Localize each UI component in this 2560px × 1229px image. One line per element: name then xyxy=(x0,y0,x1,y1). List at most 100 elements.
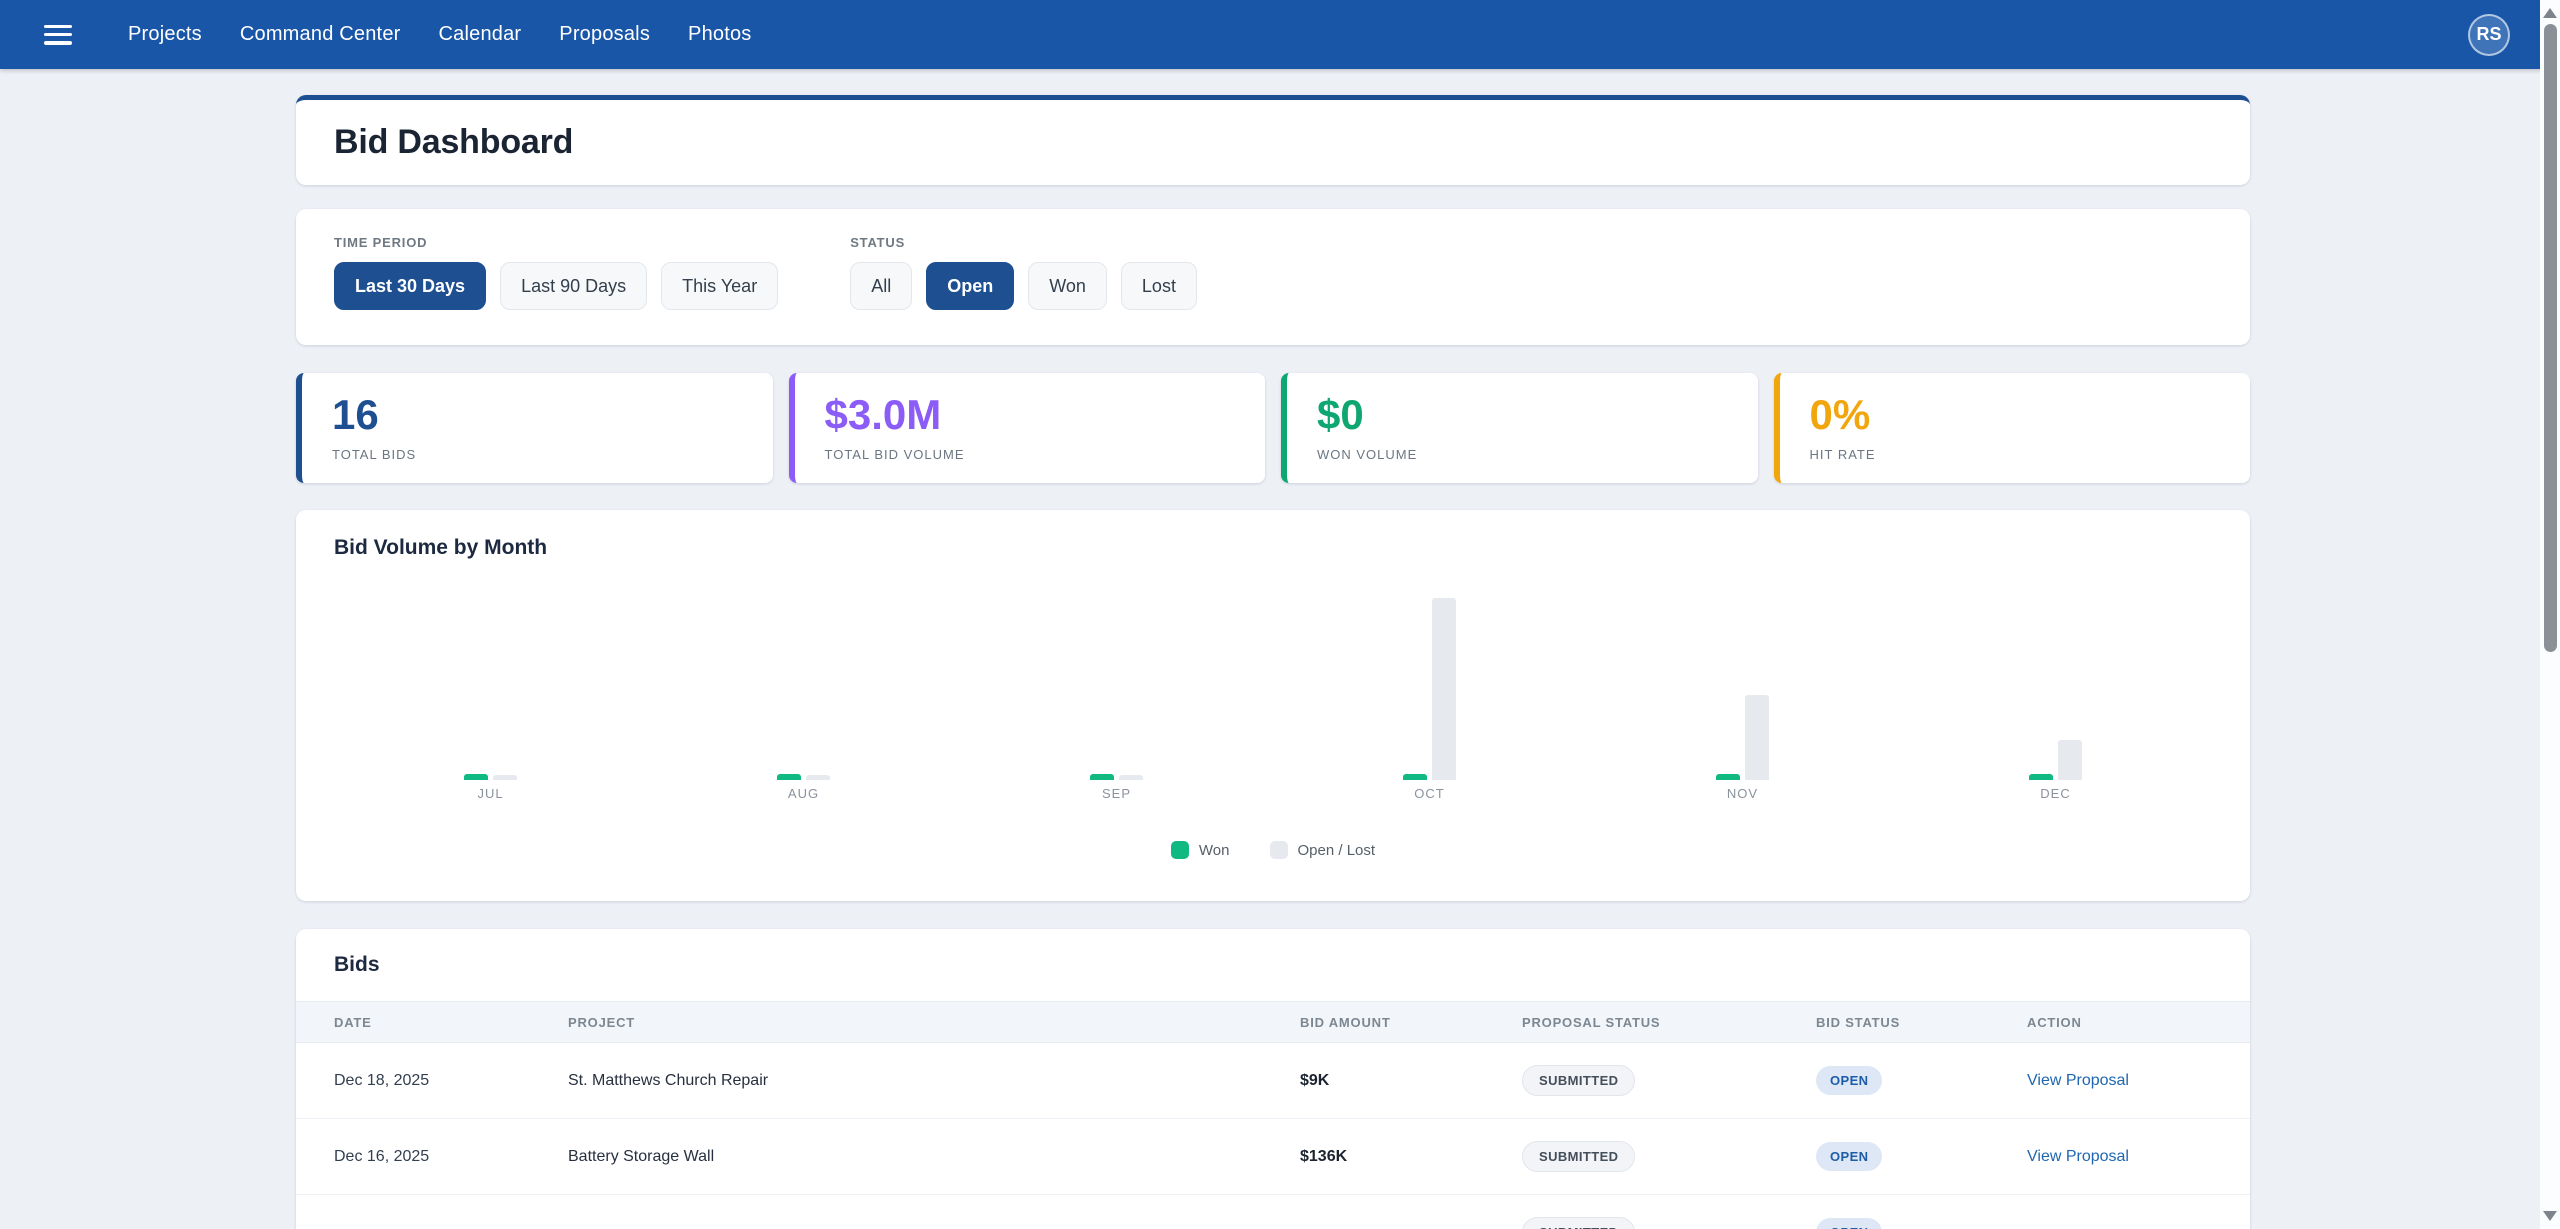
menu-icon-bar xyxy=(44,33,72,37)
table-header-row: DATE PROJECT BID AMOUNT PROPOSAL STATUS … xyxy=(296,1001,2250,1043)
bar-won-oct[interactable] xyxy=(1403,774,1427,780)
bar-open-lost-sep[interactable] xyxy=(1119,775,1143,780)
bar-won-nov[interactable] xyxy=(1716,774,1740,780)
stat-card-total-bids: 16 TOTAL BIDS xyxy=(296,373,773,483)
legend-swatch-open-lost xyxy=(1270,841,1288,859)
cell-action: View Proposal xyxy=(2027,1148,2250,1166)
bar-won-aug[interactable] xyxy=(777,774,801,780)
bar-open-lost-dec[interactable] xyxy=(2058,740,2082,780)
bar-open-lost-aug[interactable] xyxy=(806,775,830,780)
top-nav: Projects Command Center Calendar Proposa… xyxy=(0,0,2560,69)
bid-status-badge: OPEN xyxy=(1816,1066,1882,1095)
axis-label-sep: SEP xyxy=(960,786,1273,801)
column-header-project: PROJECT xyxy=(568,1015,1300,1030)
bar-chart xyxy=(334,580,2212,780)
cell-bid-status: OPEN xyxy=(1816,1218,2027,1229)
column-header-bid-amount: BID AMOUNT xyxy=(1300,1015,1522,1030)
nav-item-command-center[interactable]: Command Center xyxy=(240,23,401,46)
legend-item-won: Won xyxy=(1171,841,1230,859)
filter-all-button[interactable]: All xyxy=(850,262,912,310)
avatar[interactable]: RS xyxy=(2468,14,2510,56)
filter-lost-button[interactable]: Lost xyxy=(1121,262,1197,310)
menu-icon[interactable] xyxy=(44,25,72,45)
x-axis-labels: JUL AUG SEP OCT NOV DEC xyxy=(334,786,2212,801)
cell-project: St. Matthews Church Repair xyxy=(568,1072,1300,1090)
cell-project: Battery Storage Wall xyxy=(568,1148,1300,1166)
cell-bid-status: OPEN xyxy=(1816,1142,2027,1171)
column-header-date: DATE xyxy=(334,1015,568,1030)
cell-bid-status: OPEN xyxy=(1816,1066,2027,1095)
scroll-up-icon[interactable] xyxy=(2543,8,2557,18)
chart-legend: Won Open / Lost xyxy=(334,841,2212,859)
status-filter: STATUS All Open Won Lost xyxy=(850,235,1197,310)
scrollbar-thumb[interactable] xyxy=(2544,24,2557,652)
cell-bid-amount: $136K xyxy=(1300,1148,1522,1166)
bids-title: Bids xyxy=(296,953,2250,977)
cell-proposal-status: SUBMITTED xyxy=(1522,1065,1816,1096)
nav-item-projects[interactable]: Projects xyxy=(128,23,202,46)
menu-icon-bar xyxy=(44,41,72,45)
bar-open-lost-jul[interactable] xyxy=(493,775,517,780)
legend-swatch-won xyxy=(1171,841,1189,859)
bid-status-badge: OPEN xyxy=(1816,1218,1882,1229)
stat-value: $0 xyxy=(1317,394,1758,436)
legend-label-open-lost: Open / Lost xyxy=(1298,842,1376,859)
view-proposal-link[interactable]: View Proposal xyxy=(2027,1148,2129,1165)
proposal-status-badge: SUBMITTED xyxy=(1522,1065,1635,1096)
proposal-status-badge: SUBMITTED xyxy=(1522,1141,1635,1172)
status-label: STATUS xyxy=(850,235,1197,250)
bar-group-oct xyxy=(1273,580,1586,780)
filter-last-30-days-button[interactable]: Last 30 Days xyxy=(334,262,486,310)
menu-icon-bar xyxy=(44,25,72,29)
cell-action: View Proposal xyxy=(2027,1072,2250,1090)
bar-group-dec xyxy=(1899,580,2212,780)
bar-won-jul[interactable] xyxy=(464,774,488,780)
cell-date: Dec 18, 2025 xyxy=(334,1072,568,1090)
axis-label-aug: AUG xyxy=(647,786,960,801)
main-content: Bid Dashboard TIME PERIOD Last 30 Days L… xyxy=(296,95,2250,1229)
cell-bid-amount: $9K xyxy=(1300,1072,1522,1090)
chart-title: Bid Volume by Month xyxy=(334,536,2212,560)
bar-open-lost-nov[interactable] xyxy=(1745,695,1769,780)
stat-value: 16 xyxy=(332,394,773,436)
filter-won-button[interactable]: Won xyxy=(1028,262,1107,310)
stat-label: TOTAL BID VOLUME xyxy=(825,447,1266,462)
bar-won-sep[interactable] xyxy=(1090,774,1114,780)
time-period-options: Last 30 Days Last 90 Days This Year xyxy=(334,262,778,310)
cell-proposal-status: SUBMITTED xyxy=(1522,1141,1816,1172)
nav-item-proposals[interactable]: Proposals xyxy=(559,23,650,46)
filter-open-button[interactable]: Open xyxy=(926,262,1014,310)
legend-label-won: Won xyxy=(1199,842,1230,859)
view-proposal-link[interactable]: View Proposal xyxy=(2027,1072,2129,1089)
bid-status-badge: OPEN xyxy=(1816,1142,1882,1171)
time-period-filter: TIME PERIOD Last 30 Days Last 90 Days Th… xyxy=(334,235,778,310)
filter-last-90-days-button[interactable]: Last 90 Days xyxy=(500,262,647,310)
cell-proposal-status: SUBMITTED xyxy=(1522,1217,1816,1229)
stat-value: 0% xyxy=(1810,394,2251,436)
table-row: Dec 16, 2025 Battery Storage Wall $136K … xyxy=(296,1119,2250,1195)
nav-item-calendar[interactable]: Calendar xyxy=(439,23,522,46)
filters-card: TIME PERIOD Last 30 Days Last 90 Days Th… xyxy=(296,209,2250,345)
status-options: All Open Won Lost xyxy=(850,262,1197,310)
scroll-down-icon[interactable] xyxy=(2543,1211,2557,1221)
page-title-card: Bid Dashboard xyxy=(296,95,2250,185)
nav-links: Projects Command Center Calendar Proposa… xyxy=(128,23,752,46)
axis-label-nov: NOV xyxy=(1586,786,1899,801)
bids-card: Bids DATE PROJECT BID AMOUNT PROPOSAL ST… xyxy=(296,929,2250,1229)
table-row: Dec 18, 2025 St. Matthews Church Repair … xyxy=(296,1043,2250,1119)
stat-card-won-volume: $0 WON VOLUME xyxy=(1281,373,1758,483)
filter-this-year-button[interactable]: This Year xyxy=(661,262,778,310)
scrollbar[interactable] xyxy=(2540,0,2560,1229)
bar-group-nov xyxy=(1586,580,1899,780)
axis-label-oct: OCT xyxy=(1273,786,1586,801)
bar-group-aug xyxy=(647,580,960,780)
stat-value: $3.0M xyxy=(825,394,1266,436)
proposal-status-badge: SUBMITTED xyxy=(1522,1217,1635,1229)
bar-open-lost-oct[interactable] xyxy=(1432,598,1456,780)
nav-item-photos[interactable]: Photos xyxy=(688,23,751,46)
stat-label: TOTAL BIDS xyxy=(332,447,773,462)
bar-won-dec[interactable] xyxy=(2029,774,2053,780)
time-period-label: TIME PERIOD xyxy=(334,235,778,250)
legend-item-open-lost: Open / Lost xyxy=(1270,841,1376,859)
column-header-bid-status: BID STATUS xyxy=(1816,1015,2027,1030)
